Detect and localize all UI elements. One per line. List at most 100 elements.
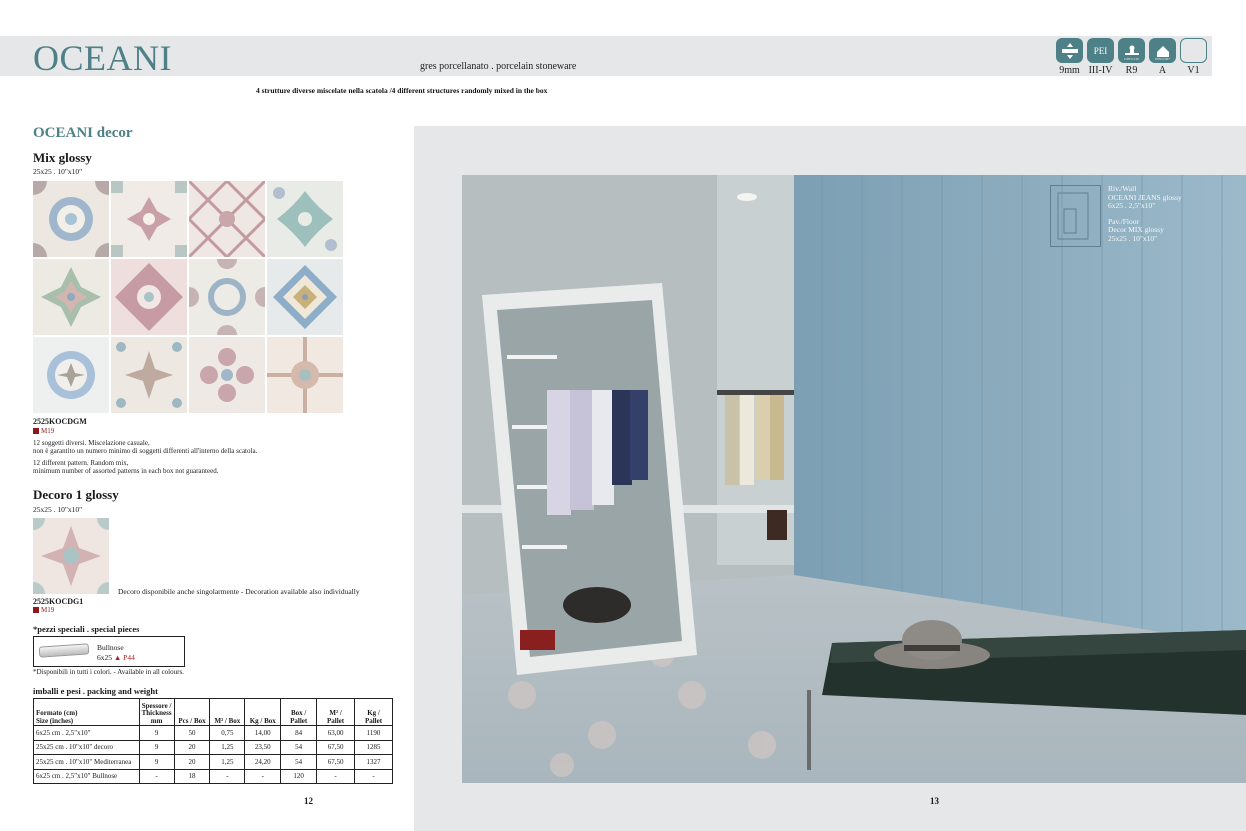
packing-table: Formato (cm) Size (inches) Spessore / Thic… <box>33 698 393 784</box>
bullnose-name: Bullnose <box>97 643 124 652</box>
badge-label-thickness: 9mm <box>1059 65 1080 76</box>
table-cell: 1285 <box>354 739 393 755</box>
tile-pattern-1 <box>33 181 109 257</box>
col-m2-box: M² / Box <box>209 698 246 726</box>
slip-resistance-icon: DIN51130 <box>1118 38 1145 63</box>
tile-pattern-12 <box>267 337 343 413</box>
tile-pattern-4 <box>267 181 343 257</box>
table-cell: 9 <box>138 754 175 770</box>
col-pcs-box: Pcs / Box <box>173 698 211 726</box>
mix-note-it: 12 soggetti diversi. Miscelazione casual… <box>33 439 258 455</box>
structures-note: 4 strutture diverse miscelate nella scat… <box>256 86 548 95</box>
mix-note-it-line2: non è garantito un numero minimo di sogg… <box>33 446 258 455</box>
legend-floor-size: 25x25 . 10"x10" <box>1108 233 1158 243</box>
table-cell: 1327 <box>354 754 393 770</box>
table-cell: 67,50 <box>316 739 356 755</box>
badge-label-pei: III-IV <box>1088 65 1113 76</box>
legend-wall-size: 6x25 . 2,5"x10" <box>1108 201 1156 210</box>
table-cell: 54 <box>280 739 318 755</box>
col-thickness-line3: mm <box>150 716 163 725</box>
thickness-icon <box>1056 38 1083 63</box>
tile-pattern-8 <box>267 259 343 335</box>
chemical-resistance-icon: DIN51097 <box>1149 38 1176 63</box>
decoro-heading: Decoro 1 glossy <box>33 487 119 502</box>
bullnose-size: 6x25 <box>97 653 112 662</box>
table-cell: - <box>138 768 175 784</box>
decoro-m-code-text: M19 <box>41 606 55 614</box>
header-band <box>0 36 1212 76</box>
special-piece-box: Bullnose 6x25 ▲ P44 <box>33 636 185 667</box>
table-row: 6x25 cm . 2,5"x10" 9 50 0,75 14,00 84 63… <box>33 725 393 741</box>
col-box-pallet: Box / Pallet <box>280 698 318 726</box>
table-cell: - <box>244 768 282 784</box>
badge-label-shade: V1 <box>1187 65 1200 76</box>
tile-pattern-10 <box>111 337 187 413</box>
page-title: OCEANI <box>33 38 172 78</box>
badge-label-chemical: A <box>1158 65 1167 76</box>
col-box-pallet-line2: Pallet <box>290 716 308 725</box>
room-layout-icon <box>1050 185 1101 247</box>
table-cell: - <box>316 768 356 784</box>
table-cell: 1190 <box>354 725 393 741</box>
table-cell: 6x25 cm . 2,5"x10" <box>33 725 140 741</box>
bullnose-ref: ▲ P44 <box>113 653 135 662</box>
table-row: 6x25 cm . 2,5"x10" Bullnose - 18 - - 120… <box>33 768 393 784</box>
table-cell: 6x25 cm . 2,5"x10" Bullnose <box>33 768 140 784</box>
tile-pattern-3 <box>189 181 265 257</box>
col-m2-pallet: M² / Pallet <box>316 698 356 726</box>
decoro-code: 2525KOCDG1 <box>33 597 84 606</box>
room-photo <box>462 175 1246 783</box>
table-cell: - <box>354 768 393 784</box>
badge-labels: 9mm III-IV R9 A V1 <box>1054 65 1209 76</box>
tile-pattern-5 <box>33 259 109 335</box>
color-swatch <box>33 428 39 434</box>
table-row: 25x25 cm . 10"x10" decoro 9 20 1,25 23,5… <box>33 739 393 755</box>
tile-pattern-9 <box>33 337 109 413</box>
special-availability: *Disponibili in tutti i colori. - Availa… <box>33 668 184 676</box>
table-cell: 1,25 <box>209 754 246 770</box>
tile-pattern-11 <box>189 337 265 413</box>
col-kg-box: Kg / Box <box>244 698 282 726</box>
table-cell: 24,20 <box>244 754 282 770</box>
mix-note-en-line2: minimum number of assorted patterns in e… <box>33 466 219 475</box>
tile-pattern-2 <box>111 181 187 257</box>
table-cell: 9 <box>138 739 175 755</box>
table-cell: 54 <box>280 754 318 770</box>
table-header-row: Formato (cm) Size (inches) Spessore / Thic… <box>33 698 393 726</box>
bullnose-image <box>38 643 90 658</box>
spec-badges: PEI DIN51130 DIN51097 <box>1056 38 1207 63</box>
table-cell: 23,50 <box>244 739 282 755</box>
table-cell: 25x25 cm . 10"x10" decoro <box>33 739 140 755</box>
special-pieces-heading: *pezzi speciali . special pieces <box>33 624 140 634</box>
table-cell: - <box>209 768 246 784</box>
product-legend: Riv./Wall OCEANI JEANS glossy 6x25 . 2,5… <box>1050 184 1240 250</box>
table-cell: 18 <box>173 768 211 784</box>
mix-code: 2525KOCDGM <box>33 417 87 426</box>
page-number-left: 12 <box>304 796 313 806</box>
table-cell: 1,25 <box>209 739 246 755</box>
page-number-right: 13 <box>930 796 939 806</box>
mix-size: 25x25 . 10"x10" <box>33 167 83 176</box>
table-cell: 0,75 <box>209 725 246 741</box>
mix-note-en: 12 different pattern. Random mix, minimu… <box>33 459 219 475</box>
decoro-tile-image <box>33 518 109 594</box>
table-cell: 9 <box>138 725 175 741</box>
decoro-availability: Decoro disponibile anche singolarmente -… <box>118 587 360 596</box>
table-cell: 67,50 <box>316 754 356 770</box>
mix-m-code: M19 <box>33 427 54 435</box>
table-cell: 63,00 <box>316 725 356 741</box>
packing-heading: imballi e pesi . packing and weight <box>33 686 158 696</box>
table-cell: 84 <box>280 725 318 741</box>
col-m2-pallet-line2: Pallet <box>327 716 345 725</box>
material-subtitle: gres porcellanato . porcelain stoneware <box>420 61 577 72</box>
col-kg-pallet: Kg / Pallet <box>354 698 393 726</box>
col-format: Formato (cm) Size (inches) <box>33 698 140 726</box>
pei-icon: PEI <box>1087 38 1114 63</box>
badge-label-slip: R9 <box>1125 65 1138 76</box>
color-swatch <box>33 607 39 613</box>
table-cell: 14,00 <box>244 725 282 741</box>
mix-m-code-text: M19 <box>41 427 55 435</box>
col-thickness: Spessore / Thickness mm <box>138 698 175 726</box>
decoro-m-code: M19 <box>33 606 54 614</box>
bullnose-size-line: 6x25 ▲ P44 <box>97 653 135 662</box>
